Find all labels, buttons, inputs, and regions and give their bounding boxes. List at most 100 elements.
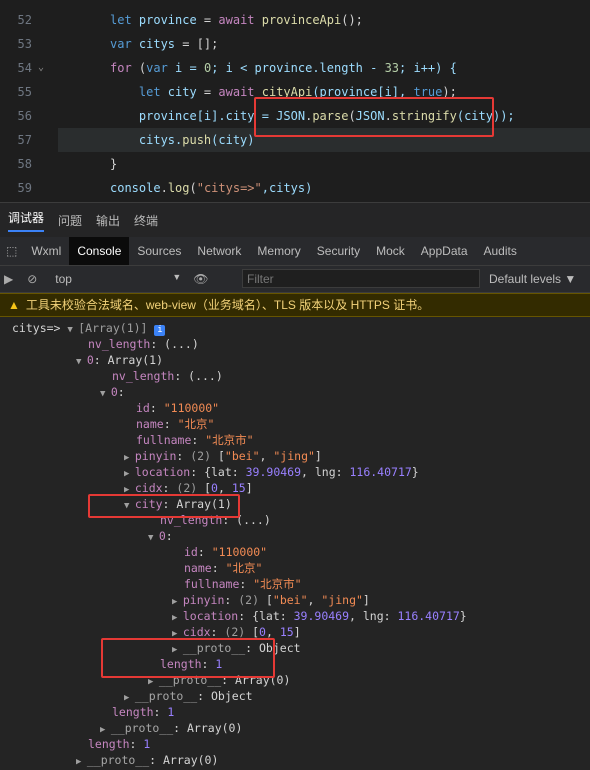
expand-toggle-icon[interactable]: ▼ [148,533,159,543]
clear-console-icon[interactable]: ⊘ [27,272,37,286]
tab-sources[interactable]: Sources [129,237,189,265]
tab-appdata[interactable]: AppData [413,237,476,265]
console-tree-row[interactable]: ▶ location: {lat: 39.90469, lng: 116.407… [172,608,467,624]
tab-wxml[interactable]: Wxml [23,237,69,265]
tab-problems[interactable]: 问题 [58,212,82,229]
console-token: : Array(0) [149,753,219,767]
console-tree-row[interactable]: ▶ __proto__: Object [124,688,253,704]
expand-toggle-icon[interactable]: ▶ [124,469,135,479]
code-token: citys. [110,133,183,147]
code-line[interactable]: 53 var citys = []; [0,32,590,56]
code-token: } [110,157,118,171]
tab-debugger[interactable]: 调试器 [8,209,45,232]
console-token: length [112,705,154,719]
console-token: [ [252,625,260,639]
console-token: , [259,449,274,463]
filter-input[interactable]: Filter [242,269,480,288]
proto-length-highlight [101,638,275,678]
console-tree-row[interactable]: ▶ __proto__: Array(0) [76,752,218,768]
console-token: : [224,593,239,607]
expand-toggle-icon[interactable]: ▶ [148,677,159,687]
expand-toggle-icon[interactable]: ▼ [67,325,78,335]
console-tree-row[interactable]: citys=> ▼ [Array(1)] i [12,320,166,336]
code-editor[interactable]: 52 let province = await provinceApi(); 53 v… [0,0,590,202]
code-token: "citys=>" [196,181,262,195]
expand-toggle-icon[interactable]: ▼ [76,357,87,367]
console-token: : {lat: [190,465,246,479]
console-tree-row[interactable]: nv_length: (...) [112,368,223,384]
code-line[interactable]: 54 ⌄ for (var i = 0; i < province.length -… [0,56,590,80]
console-tree-row[interactable]: length: 1 [88,736,150,752]
code-token: = [196,13,219,27]
log-levels-dropdown[interactable]: Default levels ▼ [489,272,576,286]
console-token: : [165,529,173,543]
code-token: city [167,85,197,99]
eye-icon[interactable]: 👁 [193,272,208,286]
console-token: "jing" [321,593,363,607]
tab-output[interactable]: 输出 [96,212,120,229]
console-tree-row[interactable]: ▶ pinyin: (2) ["bei", "jing"] [124,448,322,464]
expand-toggle-icon[interactable]: ▶ [76,757,87,767]
tab-terminal[interactable]: 终端 [134,212,158,229]
inspect-icon[interactable]: ⬚ [0,237,23,265]
console-token: : [197,545,212,559]
console-tree-row[interactable]: fullname: "北京市" [136,432,254,448]
console-tree-row[interactable]: name: "北京" [184,560,262,576]
console-token: "110000" [163,401,220,415]
expand-toggle-icon[interactable]: ▶ [172,613,183,623]
console-token: citys=> [12,321,68,335]
tab-memory[interactable]: Memory [249,237,308,265]
console-tree-row[interactable]: ▼ 0: [148,528,173,544]
tab-mock[interactable]: Mock [368,237,413,265]
code-line[interactable]: 52 let province = await provinceApi(); [0,8,590,32]
console-token: "北京" [225,561,263,575]
context-value: top [55,272,72,286]
console-tree-row[interactable]: ▼ 0: Array(1) [76,352,163,368]
console-tree-row[interactable]: ▶ location: {lat: 39.90469, lng: 116.407… [124,464,419,480]
console-token: : Object [197,689,253,703]
code-text: var citys = []; [110,32,218,56]
console-token: ] [314,449,322,463]
code-token: = []; [175,37,219,51]
expand-toggle-icon[interactable]: ▶ [100,725,111,735]
console-token: "北京市" [253,577,302,591]
console-tree-row[interactable]: ▶ __proto__: Array(0) [100,720,242,736]
code-line[interactable]: 59 console.log("citys=>",citys) [0,176,590,200]
fold-chevron-icon[interactable]: ⌄ [38,56,44,80]
console-token: "110000" [211,545,268,559]
context-select[interactable]: top ▼ [55,272,181,286]
console-token: 39.90469 [293,609,350,623]
console-tree-row[interactable]: ▼ 0: [100,384,125,400]
line-number: 55 [17,85,32,99]
console-tree-row[interactable]: nv_length: (...) [88,336,199,352]
console-toolbar: ▶ ⊘ top ▼ 👁 Filter Default levels ▼ [0,266,590,293]
console-tree-row[interactable]: length: 1 [112,704,174,720]
expand-toggle-icon[interactable]: ▼ [100,389,111,399]
code-token: i = [175,61,204,75]
console-token: : [163,417,178,431]
console-token: : [153,705,168,719]
tab-network[interactable]: Network [189,237,249,265]
console-tree-row[interactable]: id: "110000" [136,400,219,416]
code-token: await [218,13,262,27]
console-token: fullname [184,577,240,591]
expand-toggle-icon[interactable]: ▶ [124,453,135,463]
console-token: "bei" [224,449,260,463]
tab-audits[interactable]: Audits [476,237,525,265]
sidebar-toggle-icon[interactable]: ▶ [4,272,13,286]
code-token: push [182,133,212,147]
expand-toggle-icon[interactable]: ▶ [172,597,183,607]
console-tree-row[interactable]: name: "北京" [136,416,214,432]
console-token: : [149,401,164,415]
line-number: 57 [17,133,32,147]
console-tree-row[interactable]: id: "110000" [184,544,267,560]
expand-toggle-icon[interactable]: ▶ [124,693,135,703]
console-token: : (...) [150,337,199,351]
code-line[interactable]: 58} [0,152,590,176]
tab-console[interactable]: Console [69,237,130,265]
console-token: nv_length [88,337,151,351]
console-tree-row[interactable]: ▶ pinyin: (2) ["bei", "jing"] [172,592,370,608]
tab-security[interactable]: Security [309,237,368,265]
console-token: , [265,625,280,639]
console-tree-row[interactable]: fullname: "北京市" [184,576,302,592]
